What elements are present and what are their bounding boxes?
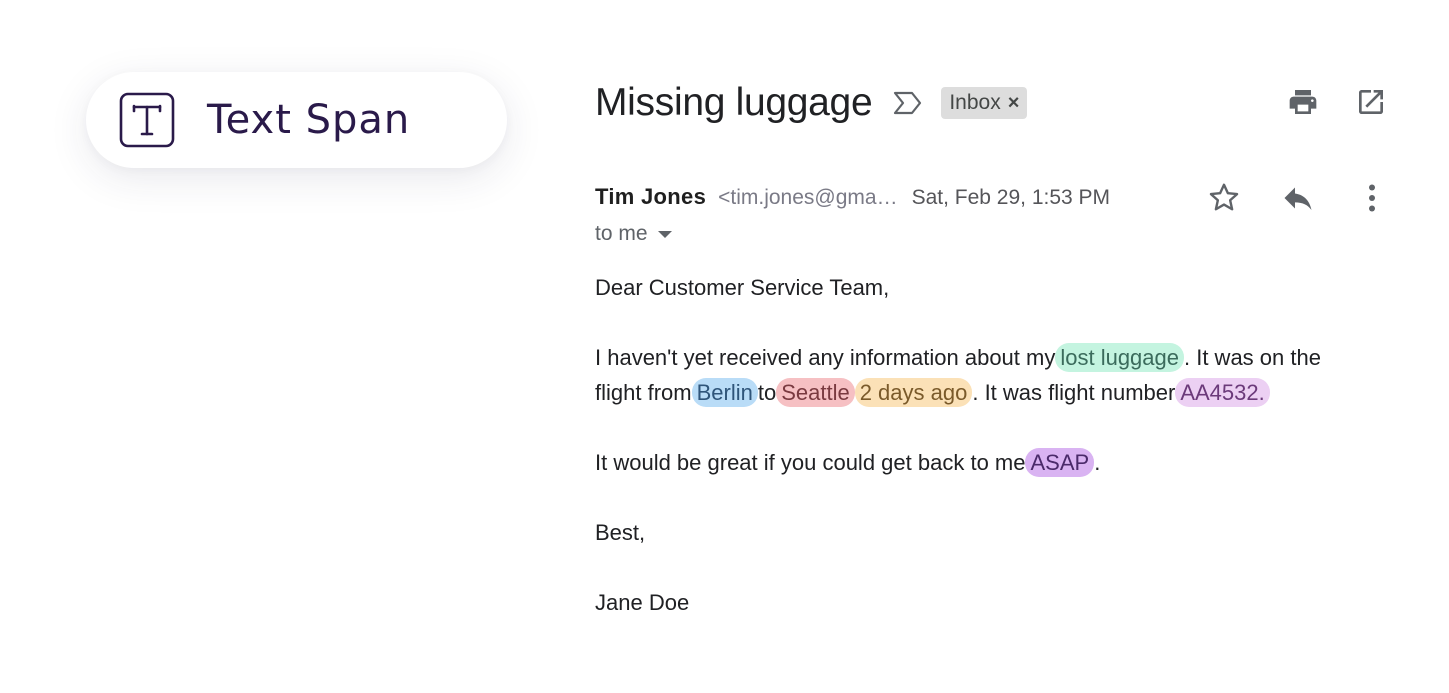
recipient-row: to me [595,222,672,246]
sender-email: <tim.jones@gma… [718,186,898,209]
body-text: . It was on the [1184,345,1321,370]
text-span-highlight-item[interactable]: lost luggage [1055,343,1184,372]
body-text: I haven't yet received any information a… [595,345,1056,370]
star-icon[interactable] [1206,180,1242,216]
signoff: Best, [595,520,646,545]
email-date: Sat, Feb 29, 1:53 PM [911,186,1111,209]
body-paragraph-1: I haven't yet received any information a… [595,340,1395,410]
body-text: . [1094,450,1101,475]
text-span-highlight-time[interactable]: 2 days ago [854,378,973,407]
inbox-label-chip: Inbox × [941,87,1028,119]
body-text: It would be great if you could get back … [595,450,1026,475]
show-details-dropdown-icon[interactable] [657,230,672,238]
screen: Text Span Missing luggage Inbox × Tim Jo… [0,0,1449,693]
sender-row: Tim Jones <tim.jones@gma… Sat, Feb 29, 1… [595,184,1110,210]
thread-actions [1287,86,1387,118]
sender-name[interactable]: Tim Jones [595,184,706,210]
recipient-text: to me [595,222,648,245]
remove-label-button[interactable]: × [1008,92,1020,115]
body-text: to [757,380,777,405]
text-span-highlight-destination[interactable]: Seattle [776,378,855,407]
more-vert-icon[interactable] [1354,180,1390,216]
text-span-tool-card[interactable]: Text Span [86,72,507,168]
text-span-icon [119,92,175,148]
body-text: . It was flight number [972,380,1176,405]
reply-icon[interactable] [1280,180,1316,216]
body-text: flight from [595,380,692,405]
open-in-new-window-icon[interactable] [1355,86,1387,118]
text-span-highlight-flight[interactable]: AA4532. [1175,378,1270,407]
body-paragraph-2: It would be great if you could get back … [595,445,1415,480]
greeting: Dear Customer Service Team, [595,275,890,300]
tool-card-label: Text Span [207,97,411,143]
importance-marker-icon[interactable] [892,89,924,117]
print-icon[interactable] [1287,86,1319,118]
message-actions [1206,180,1390,216]
email-header: Missing luggage Inbox × [595,78,1028,128]
email-body: Dear Customer Service Team, I haven't ye… [595,270,1415,655]
text-span-highlight-origin[interactable]: Berlin [691,378,758,407]
email-subject: Missing luggage [595,81,873,124]
label-chip-text: Inbox [949,91,1001,114]
signature: Jane Doe [595,590,690,615]
text-span-highlight-urgency[interactable]: ASAP [1025,448,1095,477]
